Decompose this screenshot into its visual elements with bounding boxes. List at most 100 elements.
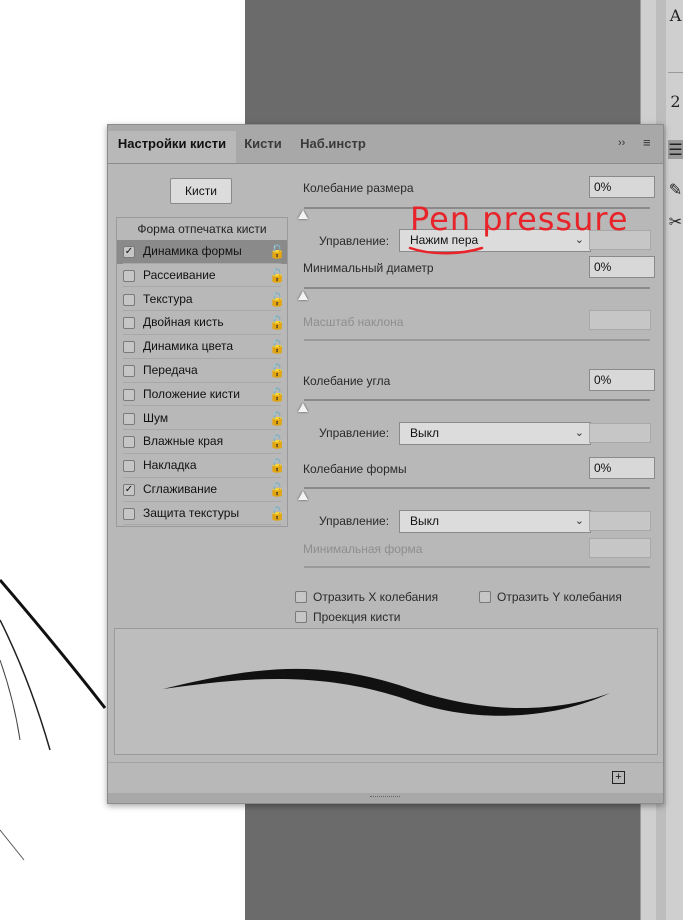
angle-jitter-thumb[interactable] xyxy=(298,403,308,412)
lock-icon[interactable]: 🔓 xyxy=(269,292,285,308)
chevron-down-icon: ⌄ xyxy=(574,515,584,527)
brush-option-item[interactable]: ✓ Динамика формы 🔓 xyxy=(117,240,287,264)
annotation-text: Pen pressure xyxy=(410,200,629,238)
collapse-icon[interactable]: ›› xyxy=(618,137,625,149)
brush-option-checkbox[interactable] xyxy=(123,507,135,520)
min-diameter-slider[interactable] xyxy=(304,287,650,289)
brush-option-checkbox[interactable] xyxy=(123,269,135,282)
min-diameter-label: Минимальный диаметр xyxy=(303,261,434,275)
brush-option-label: Двойная кисть xyxy=(143,315,224,330)
brush-option-item[interactable]: Шум 🔓 xyxy=(117,407,287,431)
brush-option-item[interactable]: Влажные края 🔓 xyxy=(117,430,287,454)
brush-option-item[interactable]: ✓ Сглаживание 🔓 xyxy=(117,478,287,502)
new-brush-icon[interactable]: + xyxy=(612,771,625,784)
brush-options-list: Форма отпечатка кисти ✓ Динамика формы 🔓 Ра… xyxy=(116,217,288,527)
control-select-2[interactable]: Выкл ⌄ xyxy=(399,422,591,445)
brush-tip-shape-header[interactable]: Форма отпечатка кисти xyxy=(117,218,287,240)
brush-option-label: Шум xyxy=(143,410,169,425)
min-roundness-field xyxy=(589,538,651,558)
brush-option-item[interactable]: Передача 🔓 xyxy=(117,359,287,383)
flip-y-label: Отразить Y колебания xyxy=(497,590,622,604)
tab-tool-presets[interactable]: Наб.инстр xyxy=(290,131,376,163)
brush-option-checkbox[interactable]: ✓ xyxy=(123,484,135,496)
tab-brushes[interactable]: Кисти xyxy=(236,131,290,163)
lock-icon[interactable]: 🔓 xyxy=(269,363,285,379)
control-label-1: Управление: xyxy=(319,234,390,248)
brush-option-label: Текстура xyxy=(143,291,193,306)
lock-icon[interactable]: 🔓 xyxy=(269,434,285,450)
tool-presets-icon[interactable]: ✂ xyxy=(668,212,683,231)
brush-projection-checkbox[interactable] xyxy=(295,611,307,623)
brush-option-label: Положение кисти xyxy=(143,386,240,401)
lock-icon[interactable]: 🔓 xyxy=(269,315,285,331)
control-3-extra-field xyxy=(589,511,651,531)
brushes-button[interactable]: Кисти xyxy=(170,178,232,204)
brush-option-checkbox[interactable] xyxy=(123,412,135,425)
preview-stroke xyxy=(163,668,610,716)
brush-icon[interactable]: ✎ xyxy=(668,180,683,199)
brush-option-item[interactable]: Рассеивание 🔓 xyxy=(117,264,287,288)
brush-option-checkbox[interactable]: ✓ xyxy=(123,246,135,258)
dock-divider xyxy=(668,72,683,73)
lock-icon[interactable]: 🔓 xyxy=(269,268,285,284)
active-panel-icon[interactable]: ☰ xyxy=(668,140,683,159)
control-select-3[interactable]: Выкл ⌄ xyxy=(399,510,591,533)
brush-option-checkbox[interactable] xyxy=(123,293,135,306)
brush-option-label: Влажные края xyxy=(143,434,224,449)
flip-x-label: Отразить X колебания xyxy=(313,590,439,604)
flip-y-checkbox[interactable] xyxy=(479,591,491,603)
lock-icon[interactable]: 🔓 xyxy=(269,411,285,427)
control-label-2: Управление: xyxy=(319,426,390,440)
angle-jitter-field[interactable]: 0% xyxy=(589,369,655,391)
roundness-jitter-field[interactable]: 0% xyxy=(589,457,655,479)
brush-option-item[interactable]: Динамика цвета 🔓 xyxy=(117,335,287,359)
angle-jitter-slider[interactable] xyxy=(304,399,650,401)
roundness-jitter-slider[interactable] xyxy=(304,487,650,489)
size-jitter-label: Колебание размера xyxy=(303,181,414,195)
brush-option-item[interactable]: Накладка 🔓 xyxy=(117,454,287,478)
brush-option-label: Рассеивание xyxy=(143,267,216,282)
canvas-brush-strokes xyxy=(0,579,107,861)
panel-resize-grip[interactable] xyxy=(108,793,663,803)
flip-x-checkbox[interactable] xyxy=(295,591,307,603)
brush-option-item[interactable]: Текстура 🔓 xyxy=(117,288,287,312)
brush-option-checkbox[interactable] xyxy=(123,460,135,473)
panel-tabbar: Настройки кисти Кисти Наб.инстр ›› ≡ xyxy=(108,125,663,164)
control-label-3: Управление: xyxy=(319,514,390,528)
brush-option-label: Накладка xyxy=(143,458,197,473)
brush-option-label: Сглаживание xyxy=(143,482,218,496)
min-diameter-thumb[interactable] xyxy=(298,291,308,300)
paragraph-icon[interactable]: 2 xyxy=(668,92,683,111)
brush-option-label: Защита текстуры xyxy=(143,505,240,520)
brush-option-label: Передача xyxy=(143,363,198,377)
brush-option-item[interactable]: Двойная кисть 🔓 xyxy=(117,311,287,335)
brush-option-checkbox[interactable] xyxy=(123,436,135,449)
brush-option-label: Динамика цвета xyxy=(143,339,234,354)
lock-icon[interactable]: 🔓 xyxy=(269,387,285,403)
lock-icon[interactable]: 🔓 xyxy=(269,244,285,260)
brush-option-checkbox[interactable] xyxy=(123,317,135,330)
chevron-down-icon: ⌄ xyxy=(574,427,584,439)
lock-icon[interactable]: 🔓 xyxy=(269,339,285,355)
brush-option-checkbox[interactable] xyxy=(123,365,135,377)
brush-option-checkbox[interactable] xyxy=(123,341,135,354)
pen-pressure-annotation: Pen pressure xyxy=(408,198,640,263)
lock-icon[interactable]: 🔓 xyxy=(269,482,285,498)
annotation-svg: Pen pressure xyxy=(408,200,629,255)
brush-projection-label: Проекция кисти xyxy=(313,610,401,624)
brush-option-item[interactable]: Положение кисти 🔓 xyxy=(117,383,287,407)
lock-icon[interactable]: 🔓 xyxy=(269,506,285,522)
brush-option-item[interactable]: Защита текстуры 🔓 xyxy=(117,502,287,526)
control-select-2-value: Выкл xyxy=(410,426,440,440)
size-jitter-thumb[interactable] xyxy=(298,210,308,219)
brush-stroke-preview xyxy=(114,628,658,755)
tab-brush-settings[interactable]: Настройки кисти xyxy=(108,131,236,163)
size-jitter-field[interactable]: 0% xyxy=(589,176,655,198)
roundness-jitter-thumb[interactable] xyxy=(298,491,308,500)
character-icon[interactable]: A xyxy=(668,6,683,25)
brush-option-checkbox[interactable] xyxy=(123,388,135,401)
panel-menu-icon[interactable]: ≡ xyxy=(643,135,651,150)
panel-footer: + xyxy=(108,762,663,794)
lock-icon[interactable]: 🔓 xyxy=(269,458,285,474)
grip-dots xyxy=(370,796,400,800)
